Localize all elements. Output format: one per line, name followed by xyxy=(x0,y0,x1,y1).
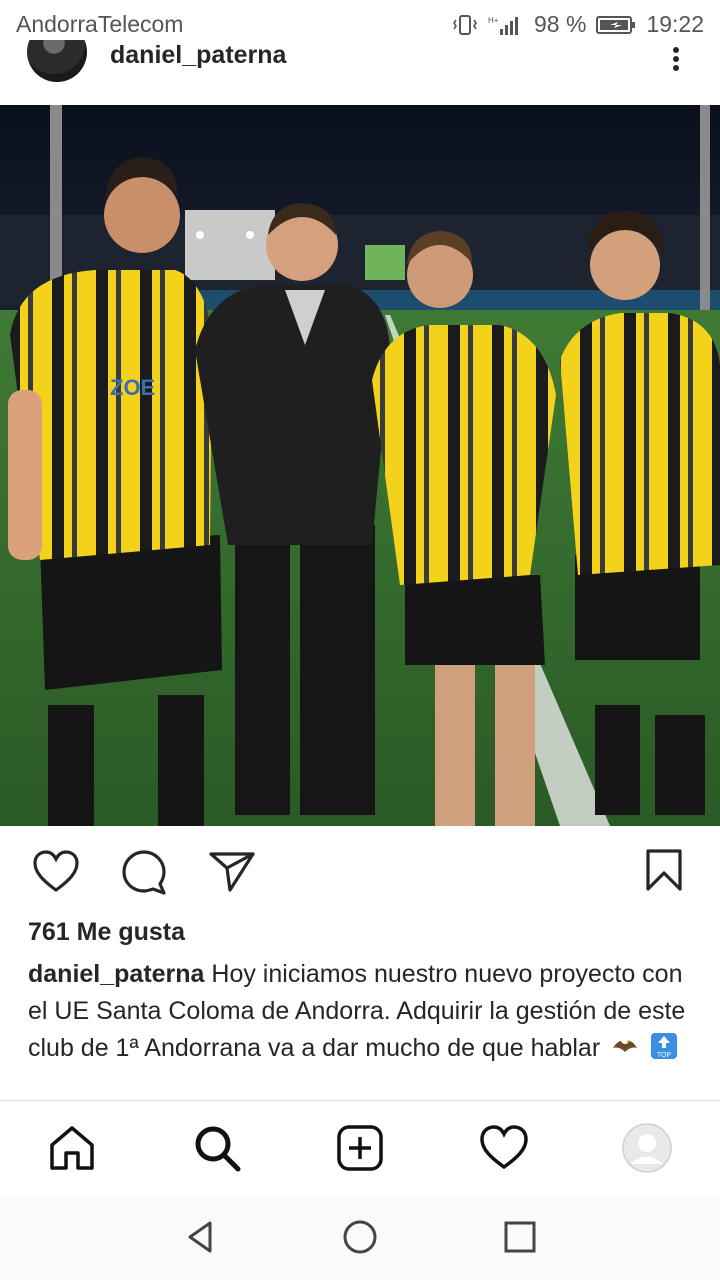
save-icon[interactable] xyxy=(644,848,684,892)
back-icon[interactable] xyxy=(180,1217,220,1257)
svg-text:TOP: TOP xyxy=(657,1052,672,1059)
bottom-tab-bar xyxy=(0,1100,720,1196)
post-username[interactable]: daniel_paterna xyxy=(110,41,286,70)
caption-username[interactable]: daniel_paterna xyxy=(28,960,204,988)
status-right: H+ 98 % 19:22 xyxy=(452,11,704,38)
eagle-emoji xyxy=(613,1036,638,1052)
svg-text:H+: H+ xyxy=(488,16,499,25)
comment-icon[interactable] xyxy=(120,848,168,896)
carrier-name: AndorraTelecom xyxy=(16,11,184,37)
top-arrow-emoji: TOP xyxy=(651,1033,678,1059)
system-nav-bar xyxy=(0,1195,720,1280)
likes-count[interactable]: 761 Me gusta xyxy=(28,918,185,947)
share-icon[interactable] xyxy=(208,850,256,892)
clock: 19:22 xyxy=(646,11,704,37)
photo-image: ZOE xyxy=(0,105,720,826)
profile-icon[interactable] xyxy=(622,1123,672,1173)
battery-icon xyxy=(596,15,636,34)
home-icon[interactable] xyxy=(47,1123,97,1173)
like-icon[interactable] xyxy=(32,850,80,894)
signal-icon: H+ xyxy=(488,16,518,35)
new-post-icon[interactable] xyxy=(335,1123,385,1173)
search-icon[interactable] xyxy=(192,1123,242,1173)
post-photo[interactable]: ZOE xyxy=(0,105,720,826)
recents-icon[interactable] xyxy=(500,1217,540,1257)
more-options-icon[interactable] xyxy=(664,46,688,76)
sponsor-text: ZOE xyxy=(110,375,155,400)
home-nav-icon[interactable] xyxy=(340,1217,380,1257)
post-actions xyxy=(0,826,720,916)
battery-percent: 98 % xyxy=(534,11,587,37)
post-caption: daniel_paterna Hoy iniciamos nuestro nue… xyxy=(28,956,700,1067)
activity-icon[interactable] xyxy=(479,1123,529,1173)
post-header: daniel_paterna xyxy=(0,40,720,106)
vibrate-icon xyxy=(453,14,477,35)
user-avatar[interactable] xyxy=(27,40,87,82)
